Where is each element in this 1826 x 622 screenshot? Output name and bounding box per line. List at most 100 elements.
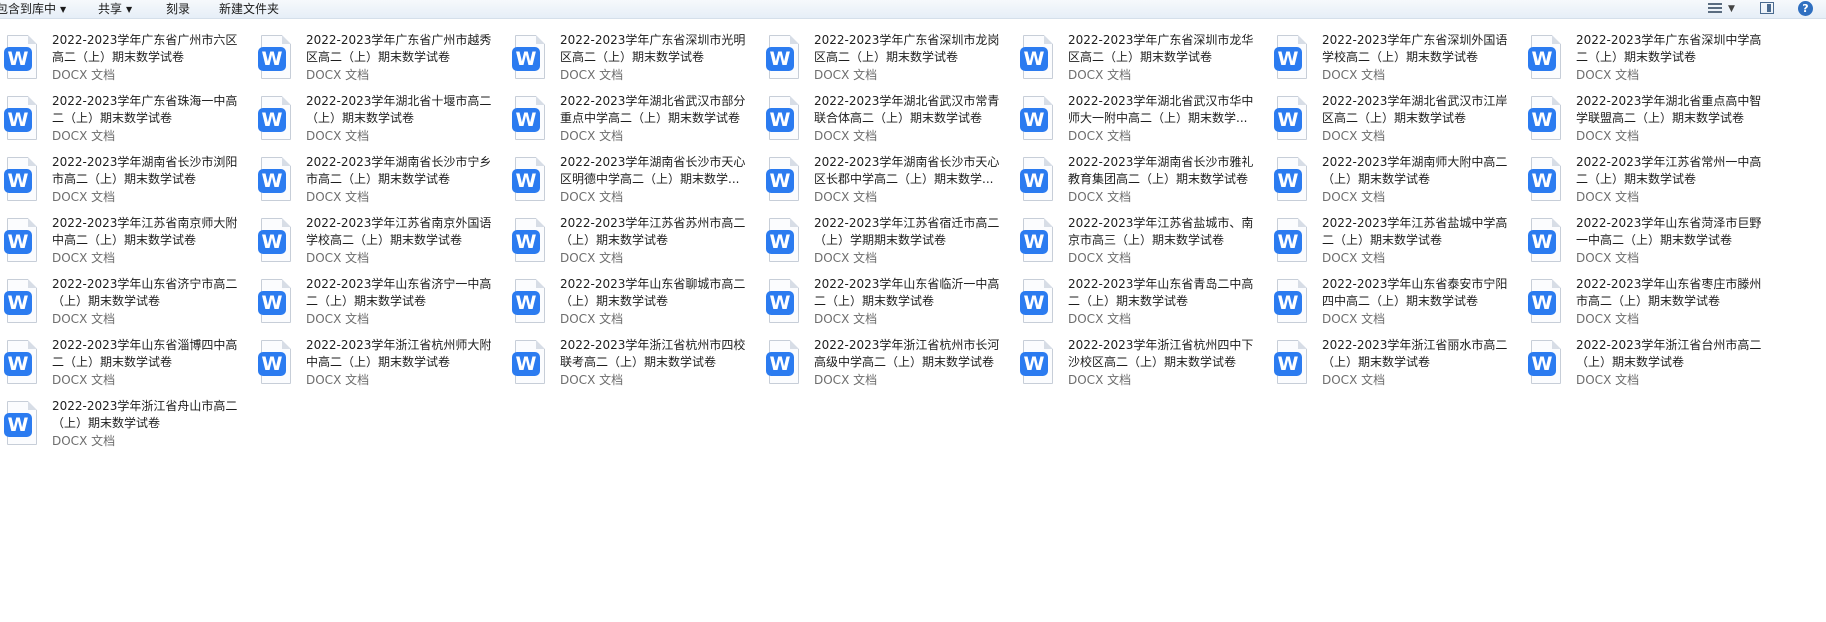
file-item[interactable]: W 2022-2023学年浙江省台州市高二（上）期末数学试卷 DOCX 文档 bbox=[1524, 335, 1778, 396]
file-item[interactable]: W 2022-2023学年山东省青岛二中高二（上）期末数学试卷 DOCX 文档 bbox=[1016, 274, 1270, 335]
file-name: 2022-2023学年山东省青岛二中高二（上）期末数学试卷 bbox=[1068, 277, 1254, 308]
docx-file-icon: W bbox=[1020, 157, 1054, 201]
docx-file-icon: W bbox=[1274, 218, 1308, 262]
file-item[interactable]: W 2022-2023学年浙江省杭州市长河高级中学高二（上）期末数学试卷 DOCX … bbox=[762, 335, 1016, 396]
file-type: DOCX 文档 bbox=[560, 251, 624, 265]
file-type: DOCX 文档 bbox=[52, 434, 116, 448]
file-item[interactable]: W 2022-2023学年山东省济宁一中高二（上）期末数学试卷 DOCX 文档 bbox=[254, 274, 508, 335]
file-item[interactable]: W 2022-2023学年浙江省丽水市高二（上）期末数学试卷 DOCX 文档 bbox=[1270, 335, 1524, 396]
file-item[interactable]: W 2022-2023学年广东省深圳外国语学校高二（上）期末数学试卷 DOCX 文档 bbox=[1270, 30, 1524, 91]
file-name: 2022-2023学年浙江省台州市高二（上）期末数学试卷 bbox=[1576, 338, 1762, 369]
file-type: DOCX 文档 bbox=[560, 129, 624, 143]
file-type: DOCX 文档 bbox=[1322, 312, 1386, 326]
file-item[interactable]: W 2022-2023学年湖南省长沙市雅礼教育集团高二（上）期末数学试卷 DOCX … bbox=[1016, 152, 1270, 213]
file-item[interactable]: W 2022-2023学年广东省深圳市龙岗区高二（上）期末数学试卷 DOCX 文档 bbox=[762, 30, 1016, 91]
burn-label: 刻录 bbox=[166, 2, 191, 16]
docx-file-icon: W bbox=[258, 96, 292, 140]
docx-file-icon: W bbox=[1274, 35, 1308, 79]
file-name: 2022-2023学年江苏省常州一中高二（上）期末数学试卷 bbox=[1576, 155, 1762, 186]
file-item[interactable]: W 2022-2023学年浙江省杭州市四校联考高二（上）期末数学试卷 DOCX 文档 bbox=[508, 335, 762, 396]
docx-file-icon: W bbox=[1020, 218, 1054, 262]
file-name: 2022-2023学年江苏省南京师大附中高二（上）期末数学试卷 bbox=[52, 216, 238, 247]
file-item[interactable]: W 2022-2023学年浙江省舟山市高二（上）期末数学试卷 DOCX 文档 bbox=[0, 396, 254, 457]
file-item[interactable]: W 2022-2023学年广东省深圳中学高二（上）期末数学试卷 DOCX 文档 bbox=[1524, 30, 1778, 91]
file-type: DOCX 文档 bbox=[1322, 251, 1386, 265]
file-name: 2022-2023学年浙江省丽水市高二（上）期末数学试卷 bbox=[1322, 338, 1508, 369]
file-item[interactable]: W 2022-2023学年湖北省武汉市江岸区高二（上）期末数学试卷 DOCX 文档 bbox=[1270, 91, 1524, 152]
file-item[interactable]: W 2022-2023学年山东省泰安市宁阳四中高二（上）期末数学试卷 DOCX 文档 bbox=[1270, 274, 1524, 335]
file-item[interactable]: W 2022-2023学年江苏省宿迁市高二（上）学期期末数学试卷 DOCX 文档 bbox=[762, 213, 1016, 274]
file-item[interactable]: W 2022-2023学年广东省深圳市光明区高二（上）期末数学试卷 DOCX 文档 bbox=[508, 30, 762, 91]
file-type: DOCX 文档 bbox=[52, 373, 116, 387]
file-item[interactable]: W 2022-2023学年山东省菏泽市巨野一中高二（上）期末数学试卷 DOCX 文档 bbox=[1524, 213, 1778, 274]
help-icon[interactable]: ? bbox=[1798, 1, 1813, 16]
file-name: 2022-2023学年山东省枣庄市滕州市高二（上）期末数学试卷 bbox=[1576, 277, 1762, 308]
command-bar: 包含到库中 ▼ 共享 ▼ 刻录 新建文件夹 ▼ ? bbox=[0, 0, 1826, 19]
file-item[interactable]: W 2022-2023学年山东省聊城市高二（上）期末数学试卷 DOCX 文档 bbox=[508, 274, 762, 335]
file-item[interactable]: W 2022-2023学年湖南省长沙市宁乡市高二（上）期末数学试卷 DOCX 文档 bbox=[254, 152, 508, 213]
file-item[interactable]: W 2022-2023学年广东省广州市越秀区高二（上）期末数学试卷 DOCX 文档 bbox=[254, 30, 508, 91]
burn-button[interactable]: 刻录 bbox=[166, 0, 190, 18]
file-item[interactable]: W 2022-2023学年广东省深圳市龙华区高二（上）期末数学试卷 DOCX 文档 bbox=[1016, 30, 1270, 91]
file-item[interactable]: W 2022-2023学年江苏省常州一中高二（上）期末数学试卷 DOCX 文档 bbox=[1524, 152, 1778, 213]
file-name: 2022-2023学年湖北省武汉市常青联合体高二（上）期末数学试卷 bbox=[814, 94, 1000, 125]
file-item[interactable]: W 2022-2023学年湖南省长沙市浏阳市高二（上）期末数学试卷 DOCX 文档 bbox=[0, 152, 254, 213]
file-name: 2022-2023学年广东省深圳市龙岗区高二（上）期末数学试卷 bbox=[814, 33, 1000, 64]
file-item[interactable]: W 2022-2023学年江苏省盐城中学高二（上）期末数学试卷 DOCX 文档 bbox=[1270, 213, 1524, 274]
file-type: DOCX 文档 bbox=[814, 129, 878, 143]
file-name: 2022-2023学年浙江省杭州市四校联考高二（上）期末数学试卷 bbox=[560, 338, 746, 369]
file-item[interactable]: W 2022-2023学年浙江省杭州四中下沙校区高二（上）期末数学试卷 DOCX 文… bbox=[1016, 335, 1270, 396]
file-type: DOCX 文档 bbox=[1576, 190, 1640, 204]
file-item[interactable]: W 2022-2023学年湖北省武汉市华中师大一附中高二（上）期末数学... DOC… bbox=[1016, 91, 1270, 152]
new-folder-button[interactable]: 新建文件夹 bbox=[219, 0, 279, 18]
file-type: DOCX 文档 bbox=[1322, 68, 1386, 82]
docx-file-icon: W bbox=[512, 96, 546, 140]
file-item[interactable]: W 2022-2023学年江苏省南京外国语学校高二（上）期末数学试卷 DOCX 文档 bbox=[254, 213, 508, 274]
file-type: DOCX 文档 bbox=[814, 373, 878, 387]
file-type: DOCX 文档 bbox=[1322, 190, 1386, 204]
file-name: 2022-2023学年湖北省武汉市江岸区高二（上）期末数学试卷 bbox=[1322, 94, 1508, 125]
file-item[interactable]: W 2022-2023学年湖南省长沙市天心区长郡中学高二（上）期末数学... DOC… bbox=[762, 152, 1016, 213]
file-type: DOCX 文档 bbox=[52, 251, 116, 265]
docx-file-icon: W bbox=[4, 218, 38, 262]
file-item[interactable]: W 2022-2023学年山东省枣庄市滕州市高二（上）期末数学试卷 DOCX 文档 bbox=[1524, 274, 1778, 335]
file-name: 2022-2023学年山东省济宁市高二（上）期末数学试卷 bbox=[52, 277, 238, 308]
file-item[interactable]: W 2022-2023学年湖北省武汉市常青联合体高二（上）期末数学试卷 DOCX 文… bbox=[762, 91, 1016, 152]
view-options-chevron-icon[interactable]: ▼ bbox=[1728, 0, 1735, 14]
file-item[interactable]: W 2022-2023学年湖北省重点高中智学联盟高二（上）期末数学试卷 DOCX 文… bbox=[1524, 91, 1778, 152]
file-type: DOCX 文档 bbox=[52, 190, 116, 204]
file-item[interactable]: W 2022-2023学年江苏省盐城市、南京市高三（上）期末数学试卷 DOCX 文档 bbox=[1016, 213, 1270, 274]
file-name: 2022-2023学年山东省菏泽市巨野一中高二（上）期末数学试卷 bbox=[1576, 216, 1762, 247]
file-item[interactable]: W 2022-2023学年湖北省武汉市部分重点中学高二（上）期末数学试卷 DOCX … bbox=[508, 91, 762, 152]
file-item[interactable]: W 2022-2023学年湖南师大附中高二（上）期末数学试卷 DOCX 文档 bbox=[1270, 152, 1524, 213]
docx-file-icon: W bbox=[1274, 340, 1308, 384]
change-view-icon[interactable] bbox=[1707, 2, 1723, 16]
file-item[interactable]: W 2022-2023学年江苏省苏州市高二（上）期末数学试卷 DOCX 文档 bbox=[508, 213, 762, 274]
file-item[interactable]: W 2022-2023学年山东省淄博四中高二（上）期末数学试卷 DOCX 文档 bbox=[0, 335, 254, 396]
docx-file-icon: W bbox=[258, 340, 292, 384]
file-item[interactable]: W 2022-2023学年山东省临沂一中高二（上）期末数学试卷 DOCX 文档 bbox=[762, 274, 1016, 335]
preview-pane-icon[interactable] bbox=[1760, 2, 1774, 14]
docx-file-icon: W bbox=[1528, 340, 1562, 384]
docx-file-icon: W bbox=[258, 35, 292, 79]
file-name: 2022-2023学年湖北省重点高中智学联盟高二（上）期末数学试卷 bbox=[1576, 94, 1762, 125]
file-item[interactable]: W 2022-2023学年浙江省杭州师大附中高二（上）期末数学试卷 DOCX 文档 bbox=[254, 335, 508, 396]
file-name: 2022-2023学年湖南省长沙市天心区明德中学高二（上）期末数学... bbox=[560, 155, 746, 186]
file-type: DOCX 文档 bbox=[1068, 68, 1132, 82]
share-button[interactable]: 共享 ▼ bbox=[98, 0, 132, 18]
file-name: 2022-2023学年山东省聊城市高二（上）期末数学试卷 bbox=[560, 277, 746, 308]
file-item[interactable]: W 2022-2023学年江苏省南京师大附中高二（上）期末数学试卷 DOCX 文档 bbox=[0, 213, 254, 274]
docx-file-icon: W bbox=[1274, 279, 1308, 323]
file-item[interactable]: W 2022-2023学年广东省广州市六区高二（上）期末数学试卷 DOCX 文档 bbox=[0, 30, 254, 91]
file-name: 2022-2023学年广东省深圳市龙华区高二（上）期末数学试卷 bbox=[1068, 33, 1254, 64]
include-in-library-button[interactable]: 包含到库中 ▼ bbox=[0, 0, 66, 18]
file-item[interactable]: W 2022-2023学年山东省济宁市高二（上）期末数学试卷 DOCX 文档 bbox=[0, 274, 254, 335]
file-item[interactable]: W 2022-2023学年湖南省长沙市天心区明德中学高二（上）期末数学... DOC… bbox=[508, 152, 762, 213]
file-type: DOCX 文档 bbox=[1322, 129, 1386, 143]
file-item[interactable]: W 2022-2023学年湖北省十堰市高二（上）期末数学试卷 DOCX 文档 bbox=[254, 91, 508, 152]
docx-file-icon: W bbox=[766, 218, 800, 262]
docx-file-icon: W bbox=[512, 35, 546, 79]
docx-file-icon: W bbox=[1528, 35, 1562, 79]
file-name: 2022-2023学年湖北省武汉市部分重点中学高二（上）期末数学试卷 bbox=[560, 94, 746, 125]
file-item[interactable]: W 2022-2023学年广东省珠海一中高二（上）期末数学试卷 DOCX 文档 bbox=[0, 91, 254, 152]
